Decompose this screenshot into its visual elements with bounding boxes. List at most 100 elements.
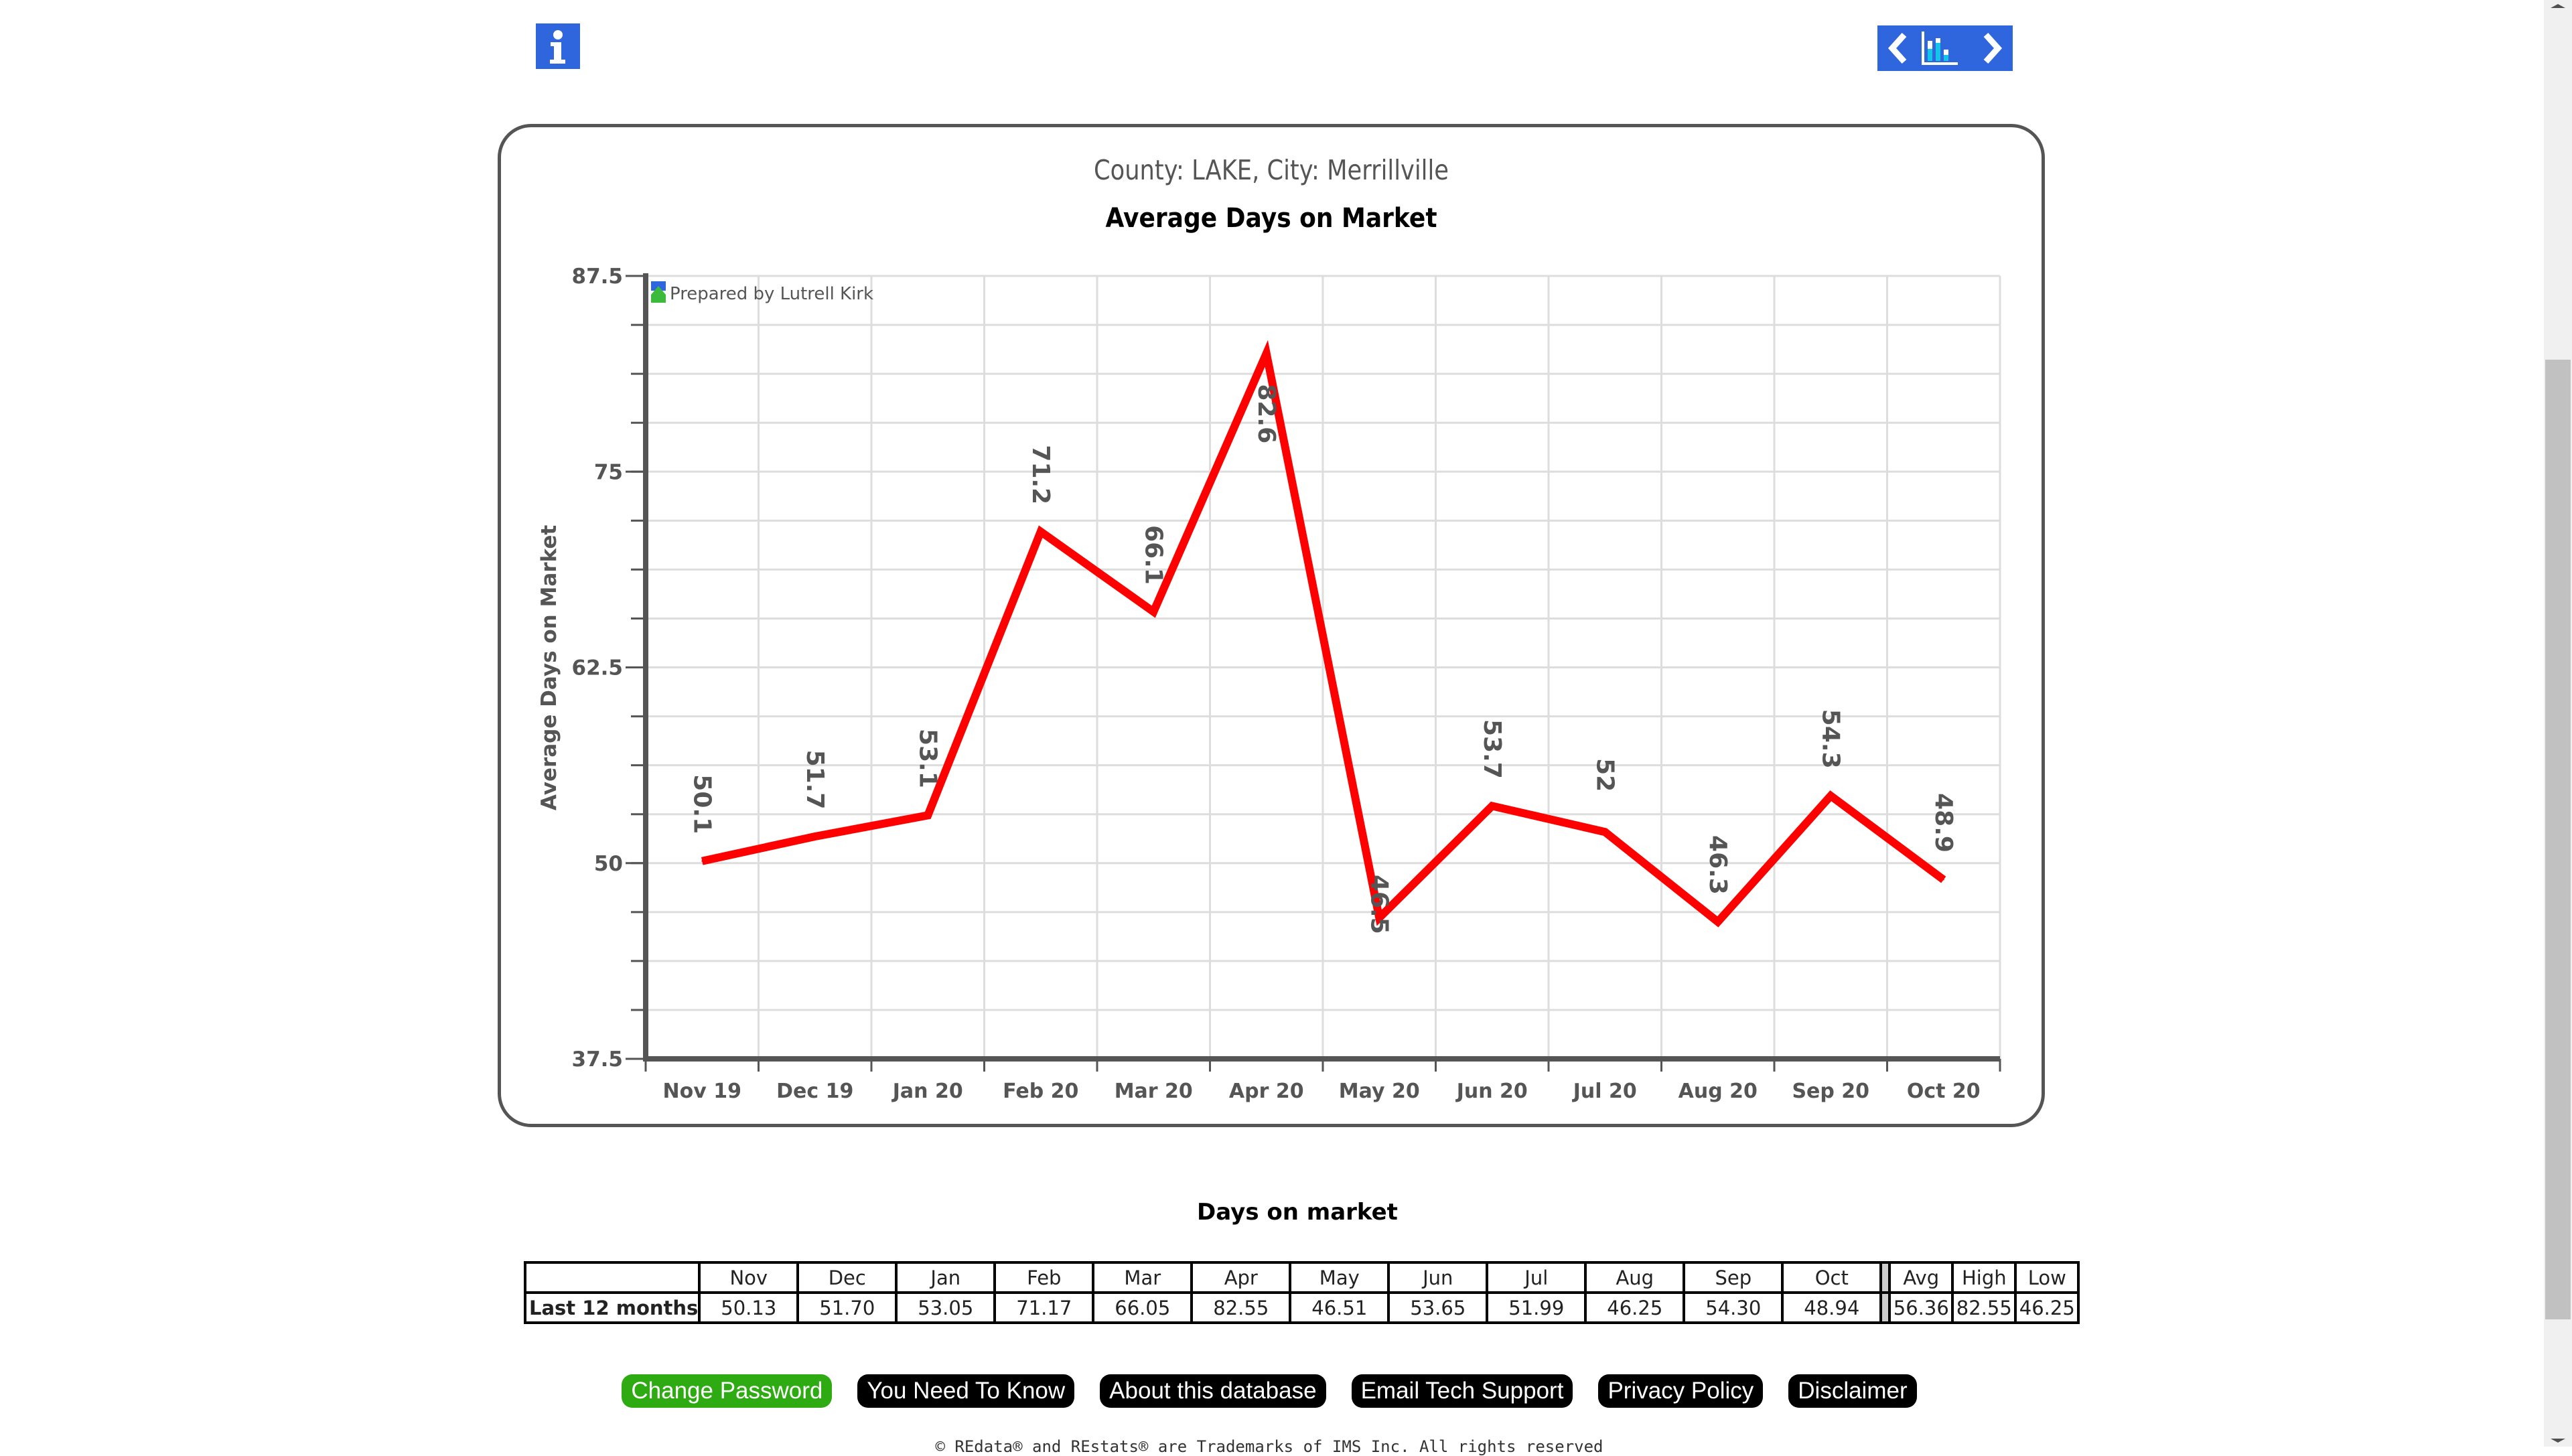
data-label: 53.7 [1478,719,1506,779]
month-value-nov: 50.13 [698,1291,800,1324]
x-tick-label: Mar 20 [1115,1080,1193,1103]
email-tech-support-button[interactable]: Email Tech Support [1351,1374,1573,1408]
y-tick-label: 62.5 [572,656,624,680]
x-tick-label: Nov 19 [663,1080,741,1103]
month-value-may: 46.51 [1289,1291,1390,1324]
about-this-database-button[interactable]: About this database [1100,1374,1326,1408]
x-tick-label: Jun 20 [1455,1080,1528,1103]
data-label: 48.9 [1930,793,1957,853]
data-label: 51.7 [801,750,829,810]
copyright-text: © REdata® and REstats® are Trademarks of… [935,1437,1603,1456]
column-separator [1879,1261,1891,1294]
scroll-down-arrow-icon[interactable] [2551,1439,2565,1443]
month-header-dec: Dec [796,1261,898,1294]
month-header-jun: Jun [1387,1261,1489,1294]
privacy-policy-button[interactable]: Privacy Policy [1598,1374,1764,1408]
data-point [701,860,703,862]
month-value-mar: 66.05 [1092,1291,1194,1324]
month-header-apr: Apr [1190,1261,1292,1294]
data-point [1491,805,1493,807]
y-axis-label: Average Days on Market [537,525,561,811]
month-value-oct: 48.94 [1781,1291,1883,1324]
y-tick-label: 37.5 [572,1047,624,1072]
month-value-jul: 51.99 [1486,1291,1587,1324]
chart-title: Average Days on Market [1105,203,1437,234]
month-header-feb: Feb [993,1261,1095,1294]
info-button[interactable] [536,23,580,69]
x-tick-label: Jan 20 [891,1080,963,1103]
chart-type-button[interactable] [1918,25,1971,71]
x-tick-label: Dec 19 [776,1080,853,1103]
data-point [1604,831,1606,833]
data-point [1830,795,1832,797]
month-value-jun: 53.65 [1387,1291,1489,1324]
scrollbar-thumb[interactable] [2545,360,2571,1319]
month-header-nov: Nov [698,1261,800,1294]
table-header-row: Nov Dec Jan Feb Mar Apr May Jun Jul Aug Sep Oct Avg H… [523,1261,2080,1294]
y-tick-label: 50 [594,852,623,876]
month-value-apr: 82.55 [1190,1291,1292,1324]
month-value-aug: 46.25 [1584,1291,1686,1324]
month-header-sep: Sep [1683,1261,1784,1294]
days-on-market-table: Nov Dec Jan Feb Mar Apr May Jun Jul Aug Sep Oct Avg H… [523,1261,2080,1324]
data-point [1265,352,1267,354]
x-tick-label: Oct 20 [1907,1080,1981,1103]
previous-chart-button[interactable] [1877,25,1918,71]
data-label: 71.2 [1027,445,1054,504]
y-tick-label: 87.5 [572,265,624,289]
chart-navigation [1877,25,2013,71]
month-header-oct: Oct [1781,1261,1883,1294]
watermark: Prepared by Lutrell Kirk [651,281,873,304]
chevron-left-icon [1887,32,1907,64]
column-separator [1879,1291,1891,1324]
data-point [814,836,816,838]
x-tick-label: Feb 20 [1003,1080,1078,1103]
table-title: Days on market [1197,1199,1398,1226]
y-tick-label: 75 [594,460,623,484]
row-label: Last 12 months [523,1291,701,1324]
data-label: 50.1 [688,774,715,834]
x-tick-label: Jul 20 [1572,1080,1637,1103]
month-header-may: May [1289,1261,1390,1294]
x-tick-label: Aug 20 [1678,1080,1758,1103]
info-icon [550,30,565,64]
watermark-text: Prepared by Lutrell Kirk [670,284,873,304]
stat-header-avg: Avg [1888,1261,1954,1294]
chart-subtitle: County: LAKE, City: Merrillville [1094,154,1449,186]
bar-chart-icon [1922,31,1958,65]
x-tick-label: Apr 20 [1229,1080,1304,1103]
table-corner-cell [523,1261,701,1294]
stat-value-high: 82.55 [1951,1291,2017,1324]
data-point [927,814,929,816]
stat-header-low: Low [2014,1261,2080,1294]
data-label: 52 [1591,758,1618,792]
data-label: 53.1 [914,729,941,788]
stat-header-high: High [1951,1261,2017,1294]
data-label: 46.3 [1704,835,1731,895]
data-label: 66.1 [1139,525,1167,585]
chevron-right-icon [1983,32,2003,64]
x-tick-label: May 20 [1339,1080,1420,1103]
month-header-jan: Jan [895,1261,997,1294]
data-point [1717,921,1719,923]
month-value-jan: 53.05 [895,1291,997,1324]
data-label: 54.3 [1816,709,1844,769]
chart-container [498,124,2045,1127]
month-header-mar: Mar [1092,1261,1194,1294]
month-value-sep: 54.30 [1683,1291,1784,1324]
disclaimer-button[interactable]: Disclaimer [1788,1374,1917,1408]
data-point [1040,530,1042,532]
data-point [1153,611,1155,613]
stat-value-low: 46.25 [2014,1291,2080,1324]
you-need-to-know-button[interactable]: You Need To Know [857,1374,1075,1408]
data-point [1942,879,1944,881]
table-row: Last 12 months 50.13 51.70 53.05 71.17 66.05… [523,1291,2080,1324]
change-password-button[interactable]: Change Password [622,1374,833,1408]
month-value-dec: 51.70 [796,1291,898,1324]
month-header-aug: Aug [1584,1261,1686,1294]
data-label: 82.6 [1253,384,1280,443]
next-chart-button[interactable] [1971,25,2013,71]
scroll-up-arrow-icon[interactable] [2551,4,2565,8]
x-tick-label: Sep 20 [1792,1080,1869,1103]
month-value-feb: 71.17 [993,1291,1095,1324]
